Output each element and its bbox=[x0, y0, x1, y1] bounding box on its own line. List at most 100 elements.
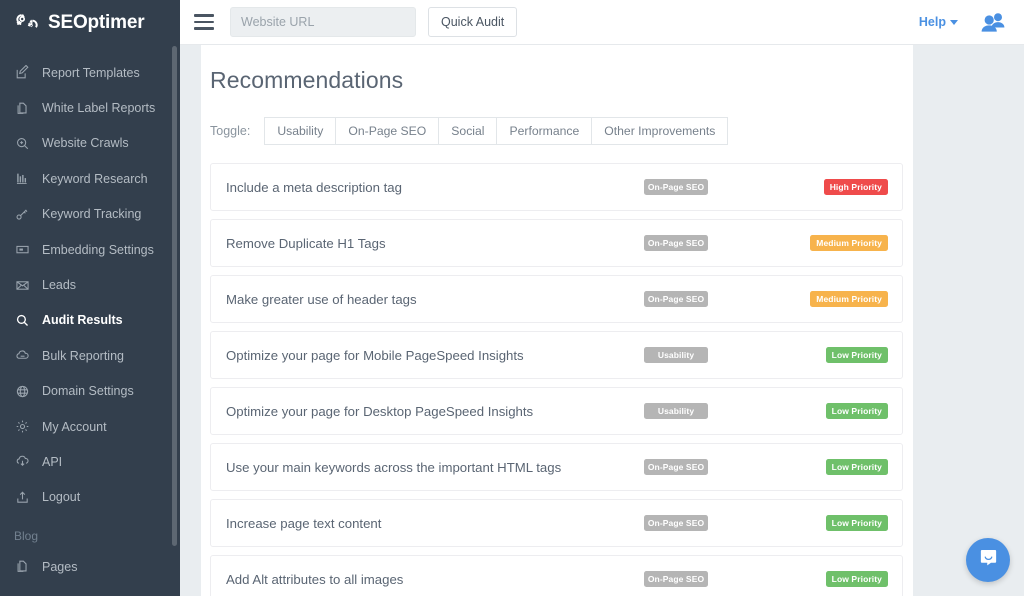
priority-slot: Medium Priority bbox=[804, 291, 888, 307]
sidebar-item-keyword-tracking[interactable]: Keyword Tracking bbox=[0, 197, 180, 232]
sidebar-item-label: Pages bbox=[42, 560, 77, 574]
priority-slot: Low Priority bbox=[804, 571, 888, 587]
content-panel: Recommendations Toggle: Usability On-Pag… bbox=[201, 45, 913, 596]
status-badge-priority: Low Priority bbox=[826, 459, 888, 475]
table-row[interactable]: Increase page text content On-Page SEO L… bbox=[210, 499, 903, 547]
sidebar-item-pages[interactable]: Pages bbox=[0, 549, 180, 584]
priority-slot: Low Priority bbox=[804, 347, 888, 363]
chat-widget-button[interactable] bbox=[966, 538, 1010, 582]
page-title: Recommendations bbox=[210, 45, 903, 94]
key-icon bbox=[14, 206, 31, 223]
cloud-download-icon bbox=[14, 453, 31, 470]
category-slot: On-Page SEO bbox=[644, 235, 804, 251]
help-menu[interactable]: Help bbox=[919, 15, 958, 29]
gear-icon bbox=[14, 418, 31, 435]
recommendations-list: Include a meta description tag On-Page S… bbox=[210, 163, 903, 596]
tab-performance[interactable]: Performance bbox=[496, 117, 591, 145]
status-badge-category: On-Page SEO bbox=[644, 179, 708, 195]
sidebar-item-audit-results[interactable]: Audit Results bbox=[0, 303, 180, 338]
quick-audit-button[interactable]: Quick Audit bbox=[428, 7, 517, 37]
sidebar-item-bulk-reporting[interactable]: Bulk Reporting bbox=[0, 338, 180, 373]
status-badge-category: On-Page SEO bbox=[644, 459, 708, 475]
table-row[interactable]: Make greater use of header tags On-Page … bbox=[210, 275, 903, 323]
sidebar-item-report-templates[interactable]: Report Templates bbox=[0, 55, 180, 90]
tab-social[interactable]: Social bbox=[438, 117, 496, 145]
table-row[interactable]: Optimize your page for Desktop PageSpeed… bbox=[210, 387, 903, 435]
sidebar-item-label: Keyword Research bbox=[42, 172, 148, 186]
bar-chart-icon bbox=[14, 170, 31, 187]
table-row[interactable]: Remove Duplicate H1 Tags On-Page SEO Med… bbox=[210, 219, 903, 267]
category-slot: On-Page SEO bbox=[644, 571, 804, 587]
sidebar-item-label: Embedding Settings bbox=[42, 243, 154, 257]
edit-square-icon bbox=[14, 64, 31, 81]
sidebar-item-label: Keyword Tracking bbox=[42, 207, 141, 221]
chevron-down-icon bbox=[950, 20, 958, 25]
status-badge-priority: High Priority bbox=[824, 179, 888, 195]
users-icon[interactable] bbox=[980, 11, 1006, 33]
sidebar-item-keyword-research[interactable]: Keyword Research bbox=[0, 161, 180, 196]
topbar: Quick Audit Help bbox=[180, 0, 1024, 45]
priority-slot: Low Priority bbox=[804, 459, 888, 475]
copy-pages-icon bbox=[14, 558, 31, 575]
recommendation-title: Increase page text content bbox=[226, 516, 644, 531]
recommendation-title: Remove Duplicate H1 Tags bbox=[226, 236, 644, 251]
brand-name: SEOptimer bbox=[48, 12, 144, 34]
sidebar-item-api[interactable]: API bbox=[0, 444, 180, 479]
hamburger-icon[interactable] bbox=[194, 14, 214, 30]
sidebar-item-domain-settings[interactable]: Domain Settings bbox=[0, 374, 180, 409]
sidebar-item-label: Audit Results bbox=[42, 313, 123, 327]
sidebar-nav: Report Templates White Label Reports Web… bbox=[0, 45, 180, 584]
category-slot: Usability bbox=[644, 347, 804, 363]
table-row[interactable]: Optimize your page for Mobile PageSpeed … bbox=[210, 331, 903, 379]
content-wrap: Recommendations Toggle: Usability On-Pag… bbox=[180, 45, 1024, 596]
priority-slot: High Priority bbox=[804, 179, 888, 195]
search-input[interactable] bbox=[230, 7, 416, 37]
brand[interactable]: SEOptimer bbox=[0, 0, 180, 45]
category-slot: On-Page SEO bbox=[644, 459, 804, 475]
status-badge-priority: Medium Priority bbox=[810, 235, 888, 251]
sidebar-item-label: White Label Reports bbox=[42, 101, 155, 115]
recommendation-title: Add Alt attributes to all images bbox=[226, 572, 644, 587]
priority-slot: Low Priority bbox=[804, 403, 888, 419]
sidebar-item-label: Website Crawls bbox=[42, 136, 129, 150]
category-slot: On-Page SEO bbox=[644, 179, 804, 195]
table-row[interactable]: Use your main keywords across the import… bbox=[210, 443, 903, 491]
app-root: SEOptimer Report Templates White Label R… bbox=[0, 0, 1024, 596]
status-badge-category: On-Page SEO bbox=[644, 235, 708, 251]
sidebar-item-embedding-settings[interactable]: Embedding Settings bbox=[0, 232, 180, 267]
magnifier-plus-icon bbox=[14, 135, 31, 152]
recommendation-title: Optimize your page for Mobile PageSpeed … bbox=[226, 348, 644, 363]
status-badge-priority: Low Priority bbox=[826, 515, 888, 531]
sidebar-item-leads[interactable]: Leads bbox=[0, 267, 180, 302]
status-badge-priority: Low Priority bbox=[826, 403, 888, 419]
sidebar-item-label: API bbox=[42, 455, 62, 469]
priority-slot: Low Priority bbox=[804, 515, 888, 531]
left-gutter bbox=[180, 45, 201, 596]
table-row[interactable]: Add Alt attributes to all images On-Page… bbox=[210, 555, 903, 596]
tab-other-improvements[interactable]: Other Improvements bbox=[591, 117, 728, 145]
sidebar-item-my-account[interactable]: My Account bbox=[0, 409, 180, 444]
sidebar-item-label: Logout bbox=[42, 490, 80, 504]
sidebar-item-logout[interactable]: Logout bbox=[0, 480, 180, 515]
copy-pages-icon bbox=[14, 100, 31, 117]
toggle-group: Usability On-Page SEO Social Performance… bbox=[264, 117, 728, 145]
sidebar-item-label: Report Templates bbox=[42, 66, 140, 80]
toggle-row: Toggle: Usability On-Page SEO Social Per… bbox=[210, 117, 903, 145]
sidebar-item-white-label-reports[interactable]: White Label Reports bbox=[0, 90, 180, 125]
sidebar-item-label: Bulk Reporting bbox=[42, 349, 124, 363]
sidebar-item-website-crawls[interactable]: Website Crawls bbox=[0, 126, 180, 161]
status-badge-category: Usability bbox=[644, 403, 708, 419]
table-row[interactable]: Include a meta description tag On-Page S… bbox=[210, 163, 903, 211]
embed-box-icon bbox=[14, 241, 31, 258]
sidebar-item-label: My Account bbox=[42, 420, 107, 434]
tab-usability[interactable]: Usability bbox=[264, 117, 335, 145]
status-badge-priority: Low Priority bbox=[826, 347, 888, 363]
status-badge-category: On-Page SEO bbox=[644, 571, 708, 587]
tab-on-page-seo[interactable]: On-Page SEO bbox=[335, 117, 438, 145]
priority-slot: Medium Priority bbox=[804, 235, 888, 251]
sidebar-scrollbar[interactable] bbox=[172, 46, 177, 546]
help-label: Help bbox=[919, 15, 946, 29]
category-slot: Usability bbox=[644, 403, 804, 419]
status-badge-category: On-Page SEO bbox=[644, 291, 708, 307]
status-badge-priority: Medium Priority bbox=[810, 291, 888, 307]
